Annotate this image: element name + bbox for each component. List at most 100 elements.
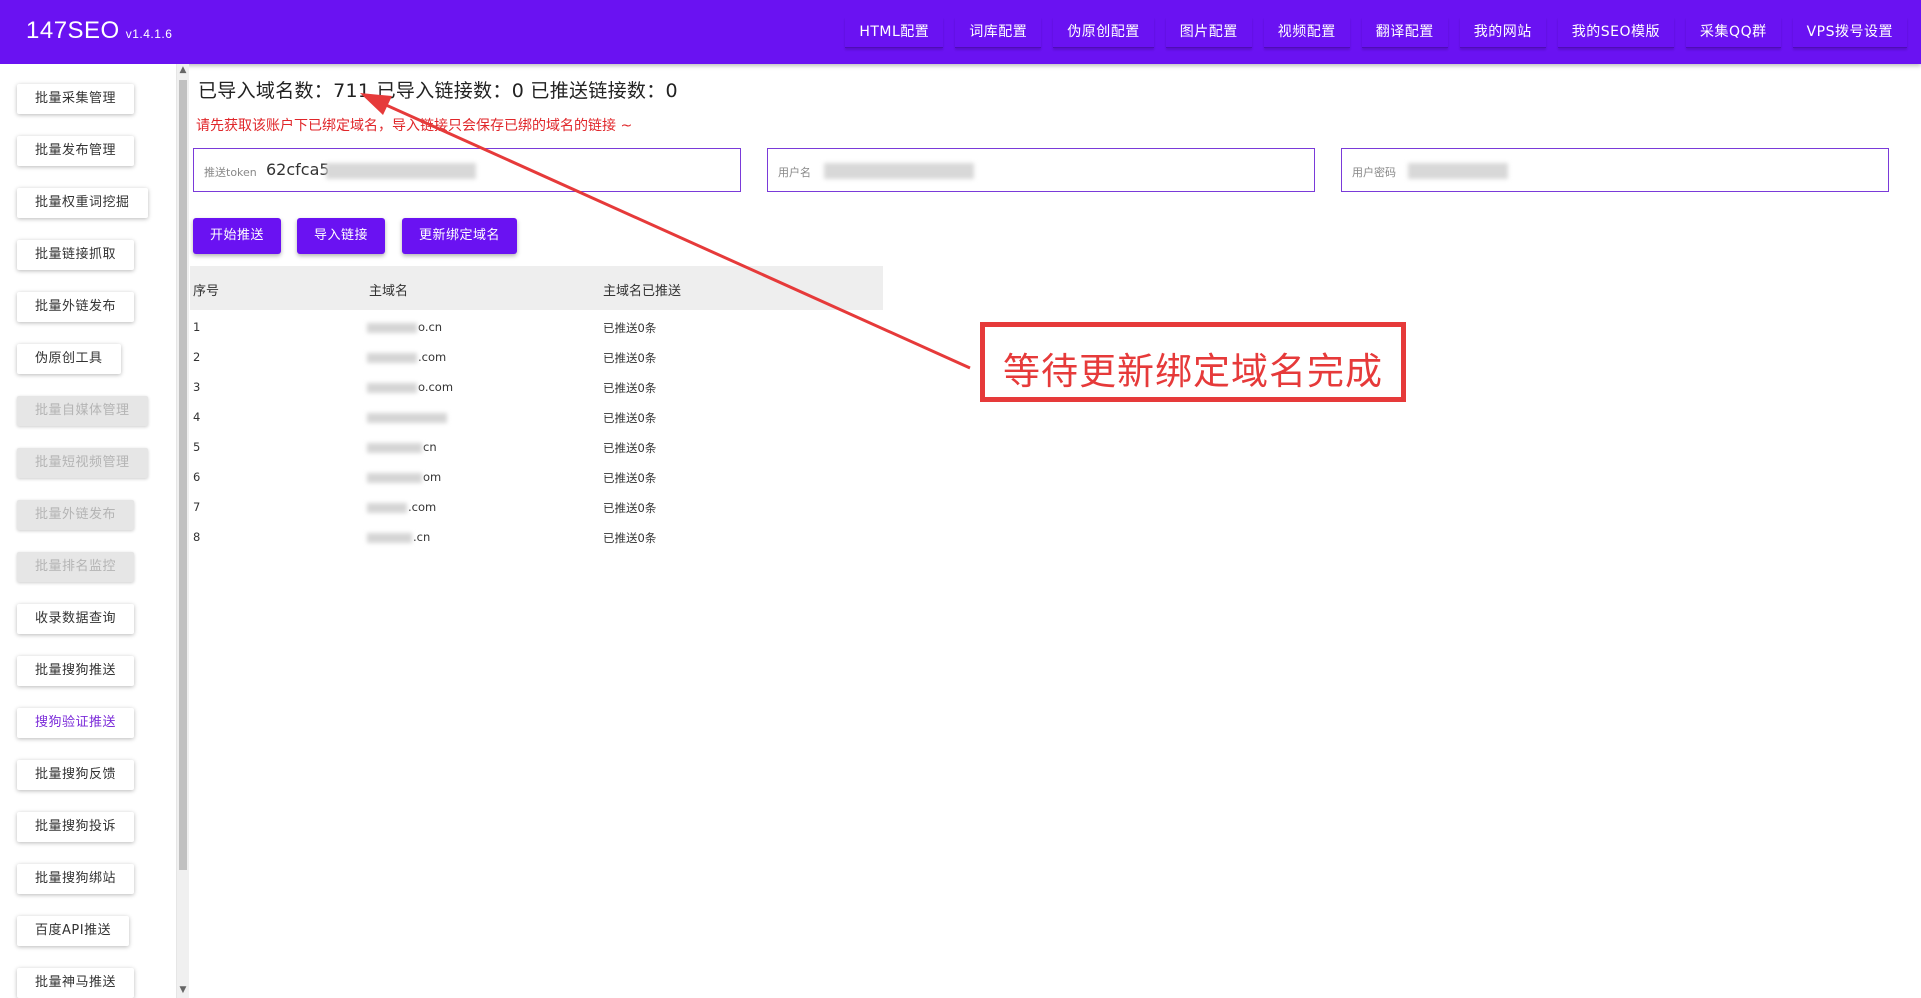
row-domain: om bbox=[367, 470, 441, 484]
header-index: 序号 bbox=[193, 284, 220, 299]
sidebar-item-external-links[interactable]: 批量外链发布 bbox=[17, 292, 135, 322]
brand-name: 147SEO bbox=[26, 17, 120, 44]
row-index: 4 bbox=[193, 410, 201, 424]
nav-video-config[interactable]: 视频配置 bbox=[1263, 17, 1350, 48]
password-field[interactable]: 用户密码 bbox=[1341, 148, 1889, 192]
domain-suffix: o.cn bbox=[418, 320, 443, 334]
row-pushed: 已推送0条 bbox=[603, 531, 657, 545]
username-field[interactable]: 用户名 bbox=[767, 148, 1315, 192]
row-index: 3 bbox=[193, 380, 201, 394]
row-index: 2 bbox=[193, 350, 201, 364]
sidebar-item-sogou-push[interactable]: 批量搜狗推送 bbox=[17, 656, 135, 686]
top-nav: HTML配置 词库配置 伪原创配置 图片配置 视频配置 翻译配置 我的网站 我的… bbox=[845, 17, 1907, 48]
row-domain: o.com bbox=[367, 380, 453, 394]
domain-redaction bbox=[367, 502, 407, 513]
annotation-text: 等待更新绑定域名完成 bbox=[1003, 350, 1383, 393]
domain-suffix: .cn bbox=[413, 530, 431, 544]
domain-redaction bbox=[367, 532, 412, 543]
domain-redaction bbox=[367, 352, 417, 363]
table-header: 序号 主域名 主域名已推送 bbox=[190, 266, 883, 310]
table-row: 4 已推送0条 bbox=[190, 400, 883, 430]
domain-table: 序号 主域名 主域名已推送 1 o.cn 已推送0条 2 .com 已推送0条 … bbox=[190, 266, 883, 550]
import-stats: 已导入域名数：711 已导入链接数：0 已推送链接数：0 bbox=[198, 80, 678, 102]
sidebar-item-link-crawl[interactable]: 批量链接抓取 bbox=[17, 240, 135, 270]
sidebar-scrollbar[interactable]: ▲ ▼ bbox=[176, 64, 189, 998]
update-bound-domains-button[interactable]: 更新绑定域名 bbox=[402, 218, 518, 254]
domain-suffix: om bbox=[423, 470, 442, 484]
nav-my-sites[interactable]: 我的网站 bbox=[1459, 17, 1546, 48]
scroll-down-icon[interactable]: ▼ bbox=[177, 984, 189, 996]
domain-redaction bbox=[367, 322, 417, 333]
nav-my-seo-templates[interactable]: 我的SEO模版 bbox=[1557, 17, 1675, 48]
row-index: 8 bbox=[193, 530, 201, 544]
domain-redaction bbox=[367, 412, 447, 423]
brand-logo[interactable]: 147SEO v1.4.1.6 bbox=[26, 17, 172, 45]
nav-translate-config[interactable]: 翻译配置 bbox=[1361, 17, 1448, 48]
token-redaction bbox=[326, 163, 476, 179]
domain-suffix: o.com bbox=[418, 380, 454, 394]
token-label: 推送token bbox=[204, 166, 257, 179]
row-domain: .com bbox=[367, 500, 436, 514]
sidebar: 批量采集管理 批量发布管理 批量权重词挖掘 批量链接抓取 批量外链发布 伪原创工… bbox=[0, 64, 177, 998]
row-pushed: 已推送0条 bbox=[603, 441, 657, 455]
token-field[interactable]: 推送token 62cfca5 bbox=[193, 148, 741, 192]
nav-qq-group[interactable]: 采集QQ群 bbox=[1686, 17, 1781, 48]
row-pushed: 已推送0条 bbox=[603, 351, 657, 365]
nav-image-config[interactable]: 图片配置 bbox=[1165, 17, 1252, 48]
bind-notice: 请先获取该账户下已绑定域名，导入链接只会保存已绑的域名的链接 ~ bbox=[196, 118, 633, 134]
sidebar-item-sogou-verify-push[interactable]: 搜狗验证推送 bbox=[17, 708, 135, 738]
sidebar-item-self-media[interactable]: 批量自媒体管理 bbox=[17, 396, 148, 426]
password-redaction bbox=[1408, 163, 1508, 179]
username-label: 用户名 bbox=[778, 166, 811, 179]
domain-redaction bbox=[367, 442, 422, 453]
import-links-button[interactable]: 导入链接 bbox=[297, 218, 386, 254]
start-push-button[interactable]: 开始推送 bbox=[193, 218, 282, 254]
domain-redaction bbox=[367, 382, 417, 393]
sidebar-item-batch-collect[interactable]: 批量采集管理 bbox=[17, 84, 135, 114]
sidebar-item-short-video[interactable]: 批量短视频管理 bbox=[17, 448, 148, 478]
sidebar-item-baidu-api-push[interactable]: 百度API推送 bbox=[17, 916, 130, 946]
scroll-up-icon[interactable]: ▲ bbox=[177, 64, 189, 76]
sidebar-item-weight-keywords[interactable]: 批量权重词挖掘 bbox=[17, 188, 148, 218]
row-index: 7 bbox=[193, 500, 201, 514]
sidebar-item-rewrite-tool[interactable]: 伪原创工具 bbox=[17, 344, 121, 374]
row-pushed: 已推送0条 bbox=[603, 381, 657, 395]
table-row: 2 .com 已推送0条 bbox=[190, 340, 883, 370]
sidebar-item-sogou-bind[interactable]: 批量搜狗绑站 bbox=[17, 864, 135, 894]
token-value: 62cfca5 bbox=[266, 160, 330, 179]
domain-suffix: .com bbox=[418, 350, 447, 364]
nav-vps-dial-settings[interactable]: VPS拨号设置 bbox=[1792, 17, 1907, 48]
sidebar-item-sogou-complaint[interactable]: 批量搜狗投诉 bbox=[17, 812, 135, 842]
annotation-callout: 等待更新绑定域名完成 bbox=[980, 322, 1406, 402]
table-row: 5 cn 已推送0条 bbox=[190, 430, 883, 460]
row-index: 6 bbox=[193, 470, 201, 484]
sidebar-item-shenma-push[interactable]: 批量神马推送 bbox=[17, 968, 135, 998]
username-redaction bbox=[824, 163, 974, 179]
sidebar-item-external-links-2[interactable]: 批量外链发布 bbox=[17, 500, 135, 530]
row-domain: .cn bbox=[367, 530, 430, 544]
sidebar-item-index-query[interactable]: 收录数据查询 bbox=[17, 604, 135, 634]
row-index: 5 bbox=[193, 440, 201, 454]
row-domain: o.cn bbox=[367, 320, 442, 334]
row-pushed: 已推送0条 bbox=[603, 321, 657, 335]
domain-suffix: .com bbox=[408, 500, 437, 514]
sidebar-item-batch-publish[interactable]: 批量发布管理 bbox=[17, 136, 135, 166]
row-pushed: 已推送0条 bbox=[603, 501, 657, 515]
table-row: 3 o.com 已推送0条 bbox=[190, 370, 883, 400]
row-domain: .com bbox=[367, 350, 446, 364]
nav-rewrite-config[interactable]: 伪原创配置 bbox=[1053, 17, 1154, 48]
row-domain bbox=[367, 410, 448, 424]
table-row: 1 o.cn 已推送0条 bbox=[190, 310, 883, 340]
sidebar-item-rank-monitor[interactable]: 批量排名监控 bbox=[17, 552, 135, 582]
row-pushed: 已推送0条 bbox=[603, 471, 657, 485]
domain-redaction bbox=[367, 472, 422, 483]
header-domain: 主域名 bbox=[369, 284, 409, 299]
nav-html-config[interactable]: HTML配置 bbox=[845, 17, 944, 48]
password-label: 用户密码 bbox=[1352, 166, 1396, 179]
scrollbar-thumb[interactable] bbox=[179, 80, 187, 870]
sidebar-item-sogou-feedback[interactable]: 批量搜狗反馈 bbox=[17, 760, 135, 790]
nav-keyword-config[interactable]: 词库配置 bbox=[955, 17, 1042, 48]
top-bar: 147SEO v1.4.1.6 HTML配置 词库配置 伪原创配置 图片配置 视频… bbox=[0, 0, 1921, 64]
domain-suffix: cn bbox=[423, 440, 437, 454]
table-row: 7 .com 已推送0条 bbox=[190, 490, 883, 520]
